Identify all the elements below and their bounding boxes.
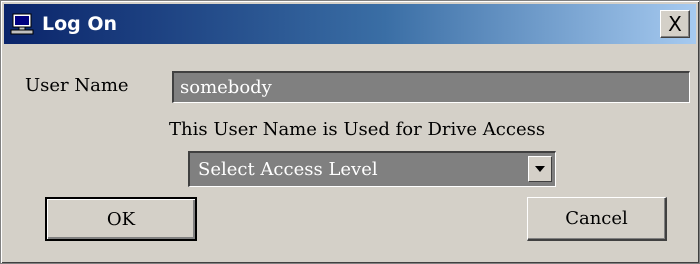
window-title: Log On — [42, 13, 118, 35]
title-bar[interactable]: Log On X — [4, 4, 696, 44]
dropdown-button[interactable] — [528, 156, 552, 182]
logon-dialog: Log On X User Name This User Name is Use… — [0, 0, 700, 264]
triangle-down-icon — [535, 166, 545, 172]
close-icon: X — [668, 12, 682, 36]
user-name-input[interactable] — [172, 71, 690, 103]
access-level-select[interactable]: Select Access Level — [188, 151, 556, 187]
close-button[interactable]: X — [660, 10, 690, 38]
cancel-button-label: Cancel — [565, 208, 628, 229]
user-name-label: User Name — [25, 75, 129, 96]
ok-button[interactable]: OK — [45, 197, 197, 241]
computer-icon — [10, 13, 34, 35]
access-level-value: Select Access Level — [198, 159, 378, 180]
cancel-button[interactable]: Cancel — [527, 197, 667, 241]
drive-access-info: This User Name is Used for Drive Access — [169, 119, 546, 140]
ok-button-label: OK — [106, 208, 136, 230]
